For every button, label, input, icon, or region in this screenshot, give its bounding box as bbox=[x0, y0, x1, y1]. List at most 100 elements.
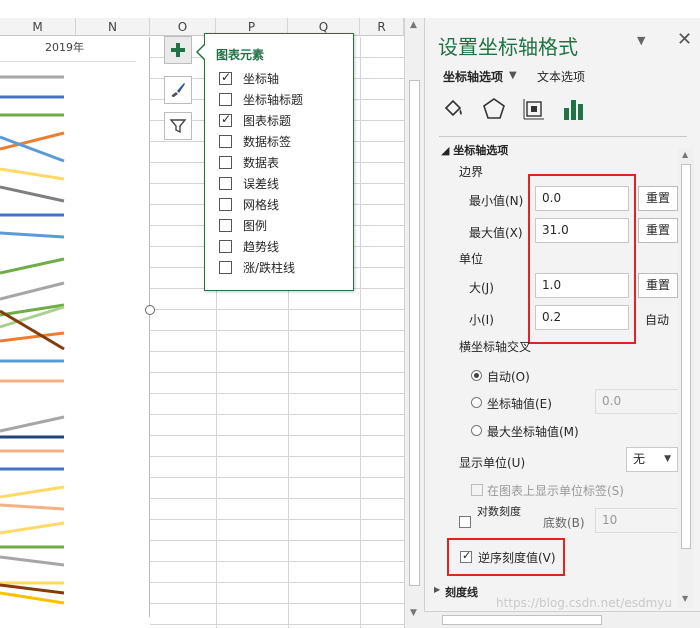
column-header-r[interactable]: R bbox=[360, 18, 404, 36]
chart-element-checkbox[interactable] bbox=[219, 261, 232, 274]
grid-row-line bbox=[150, 540, 404, 541]
chart-element-item[interactable]: 网格线 bbox=[219, 194, 303, 215]
scrollbar-thumb[interactable] bbox=[409, 80, 420, 586]
chart-element-checkbox[interactable] bbox=[219, 70, 232, 85]
chart-element-item[interactable]: 趋势线 bbox=[219, 236, 303, 257]
chart-element-label: 误差线 bbox=[243, 177, 280, 191]
effects-pentagon-icon[interactable] bbox=[481, 96, 507, 122]
tab-text-options[interactable]: 文本选项 bbox=[537, 68, 585, 85]
chart-element-item[interactable]: 坐标轴标题 bbox=[219, 89, 303, 110]
chart-series-line[interactable] bbox=[0, 521, 65, 535]
crosses-max-radio[interactable] bbox=[471, 425, 482, 436]
chart-plot[interactable] bbox=[0, 37, 150, 617]
chart-series-line[interactable] bbox=[0, 503, 65, 511]
minimum-reset-button[interactable]: 重置 bbox=[638, 186, 678, 211]
close-icon[interactable]: ✕ bbox=[677, 29, 692, 50]
chart-element-item[interactable]: 数据表 bbox=[219, 152, 303, 173]
crosses-max-label[interactable]: 最大坐标轴值(M) bbox=[487, 423, 579, 440]
crosses-auto-radio[interactable] bbox=[471, 370, 482, 381]
select-value: 无 bbox=[633, 452, 646, 466]
column-label: Q bbox=[318, 20, 329, 34]
worksheet[interactable]: M N O P Q R 2019年 图表元素 坐标轴坐标轴标题图表标题数据标签数… bbox=[0, 0, 404, 628]
chart-element-item[interactable]: 误差线 bbox=[219, 173, 303, 194]
chart-series-line[interactable] bbox=[0, 583, 65, 595]
chart-element-checkbox[interactable] bbox=[219, 156, 232, 169]
reverse-order-checkbox[interactable] bbox=[460, 549, 472, 563]
chart-element-label: 图例 bbox=[243, 219, 268, 233]
chart-element-label: 趋势线 bbox=[243, 240, 280, 254]
chart-area[interactable]: 2019年 bbox=[0, 37, 150, 617]
size-properties-icon[interactable] bbox=[521, 96, 547, 122]
crosses-value-label[interactable]: 坐标轴值(E) bbox=[487, 395, 552, 412]
chart-series-line[interactable] bbox=[0, 331, 65, 343]
grid-row-line bbox=[150, 519, 404, 520]
grid-row-line bbox=[150, 582, 404, 583]
chart-series-line[interactable] bbox=[0, 281, 65, 301]
section-tick-marks-header[interactable]: 刻度线 bbox=[445, 584, 478, 600]
chevron-down-icon[interactable]: ▼ bbox=[509, 70, 517, 81]
chart-series-line[interactable] bbox=[0, 485, 65, 499]
chart-element-checkbox[interactable] bbox=[219, 112, 232, 127]
scroll-down-icon[interactable]: ▼ bbox=[682, 594, 688, 603]
chart-element-item[interactable]: 图表标题 bbox=[219, 110, 303, 131]
pane-horizontal-scrollbar[interactable] bbox=[424, 611, 700, 628]
chart-styles-button[interactable] bbox=[164, 76, 192, 104]
minor-unit-label: 小(I) bbox=[469, 313, 494, 327]
chart-element-item[interactable]: 涨/跌柱线 bbox=[219, 257, 303, 278]
chart-series-line[interactable] bbox=[0, 257, 65, 275]
pane-vertical-scrollbar[interactable]: ▲ ▼ bbox=[678, 148, 694, 608]
crosses-value-input[interactable]: 0.0 bbox=[595, 389, 678, 414]
grid-row-line bbox=[150, 330, 404, 331]
chevron-down-icon: ▼ bbox=[664, 454, 671, 464]
chart-series-line[interactable] bbox=[0, 591, 65, 605]
chevron-right-icon[interactable]: ▶ bbox=[434, 585, 440, 594]
chart-filters-button[interactable] bbox=[164, 112, 192, 140]
pane-options-dropdown-icon[interactable]: ▼ bbox=[637, 34, 645, 47]
column-header-n[interactable]: N bbox=[76, 18, 150, 36]
show-units-label: 在图表上显示单位标签(S) bbox=[487, 484, 624, 498]
chart-element-item[interactable]: 图例 bbox=[219, 215, 303, 236]
tab-axis-options[interactable]: 坐标轴选项 bbox=[443, 68, 503, 85]
chart-element-item[interactable]: 数据标签 bbox=[219, 131, 303, 152]
scrollbar-thumb[interactable] bbox=[681, 164, 691, 549]
display-units-label: 显示单位(U) bbox=[459, 456, 526, 470]
column-header-m[interactable]: M bbox=[0, 18, 76, 36]
axis-options-chart-icon[interactable] bbox=[561, 96, 587, 122]
chart-element-checkbox[interactable] bbox=[219, 219, 232, 232]
minimum-label: 最小值(N) bbox=[469, 194, 524, 208]
chart-elements-button[interactable] bbox=[164, 36, 192, 64]
grid-row-line bbox=[150, 435, 404, 436]
bounds-group-label: 边界 bbox=[459, 165, 484, 179]
scroll-up-icon[interactable]: ▲ bbox=[410, 20, 417, 30]
scroll-down-icon[interactable]: ▼ bbox=[410, 608, 417, 618]
log-base-input[interactable]: 10 bbox=[595, 508, 678, 533]
chart-series-line[interactable] bbox=[0, 167, 65, 181]
scrollbar-thumb[interactable] bbox=[442, 615, 602, 625]
horizontal-axis-crosses-label: 横坐标轴交叉 bbox=[459, 340, 532, 354]
grid-row-line bbox=[150, 561, 404, 562]
major-unit-reset-button[interactable]: 重置 bbox=[638, 273, 678, 298]
chart-element-checkbox[interactable] bbox=[219, 135, 232, 148]
sheet-vertical-scrollbar[interactable]: ▲ ▼ bbox=[404, 18, 424, 628]
chart-element-checkbox[interactable] bbox=[219, 198, 232, 211]
chart-resize-handle[interactable] bbox=[145, 305, 155, 315]
chart-series-line[interactable] bbox=[0, 555, 65, 567]
chart-element-checkbox[interactable] bbox=[219, 177, 232, 190]
maximum-reset-button[interactable]: 重置 bbox=[638, 218, 678, 243]
column-label: O bbox=[177, 20, 188, 34]
scroll-up-icon[interactable]: ▲ bbox=[682, 150, 688, 159]
chart-series-line[interactable] bbox=[0, 231, 65, 239]
chart-element-checkbox[interactable] bbox=[219, 240, 232, 253]
chart-element-item[interactable]: 坐标轴 bbox=[219, 68, 303, 89]
chart-element-checkbox[interactable] bbox=[219, 93, 232, 106]
crosses-value-radio[interactable] bbox=[471, 397, 482, 408]
log-scale-checkbox[interactable] bbox=[459, 516, 471, 528]
crosses-auto-label[interactable]: 自动(O) bbox=[487, 368, 530, 385]
display-units-select[interactable]: 无 ▼ bbox=[626, 447, 678, 472]
fill-line-icon[interactable] bbox=[441, 96, 467, 122]
reverse-order-label[interactable]: 逆序刻度值(V) bbox=[478, 549, 556, 566]
chart-series-line[interactable] bbox=[0, 415, 65, 433]
chart-element-label: 网格线 bbox=[243, 198, 280, 212]
show-units-checkbox[interactable] bbox=[471, 484, 483, 496]
chart-series-line[interactable] bbox=[0, 185, 65, 203]
